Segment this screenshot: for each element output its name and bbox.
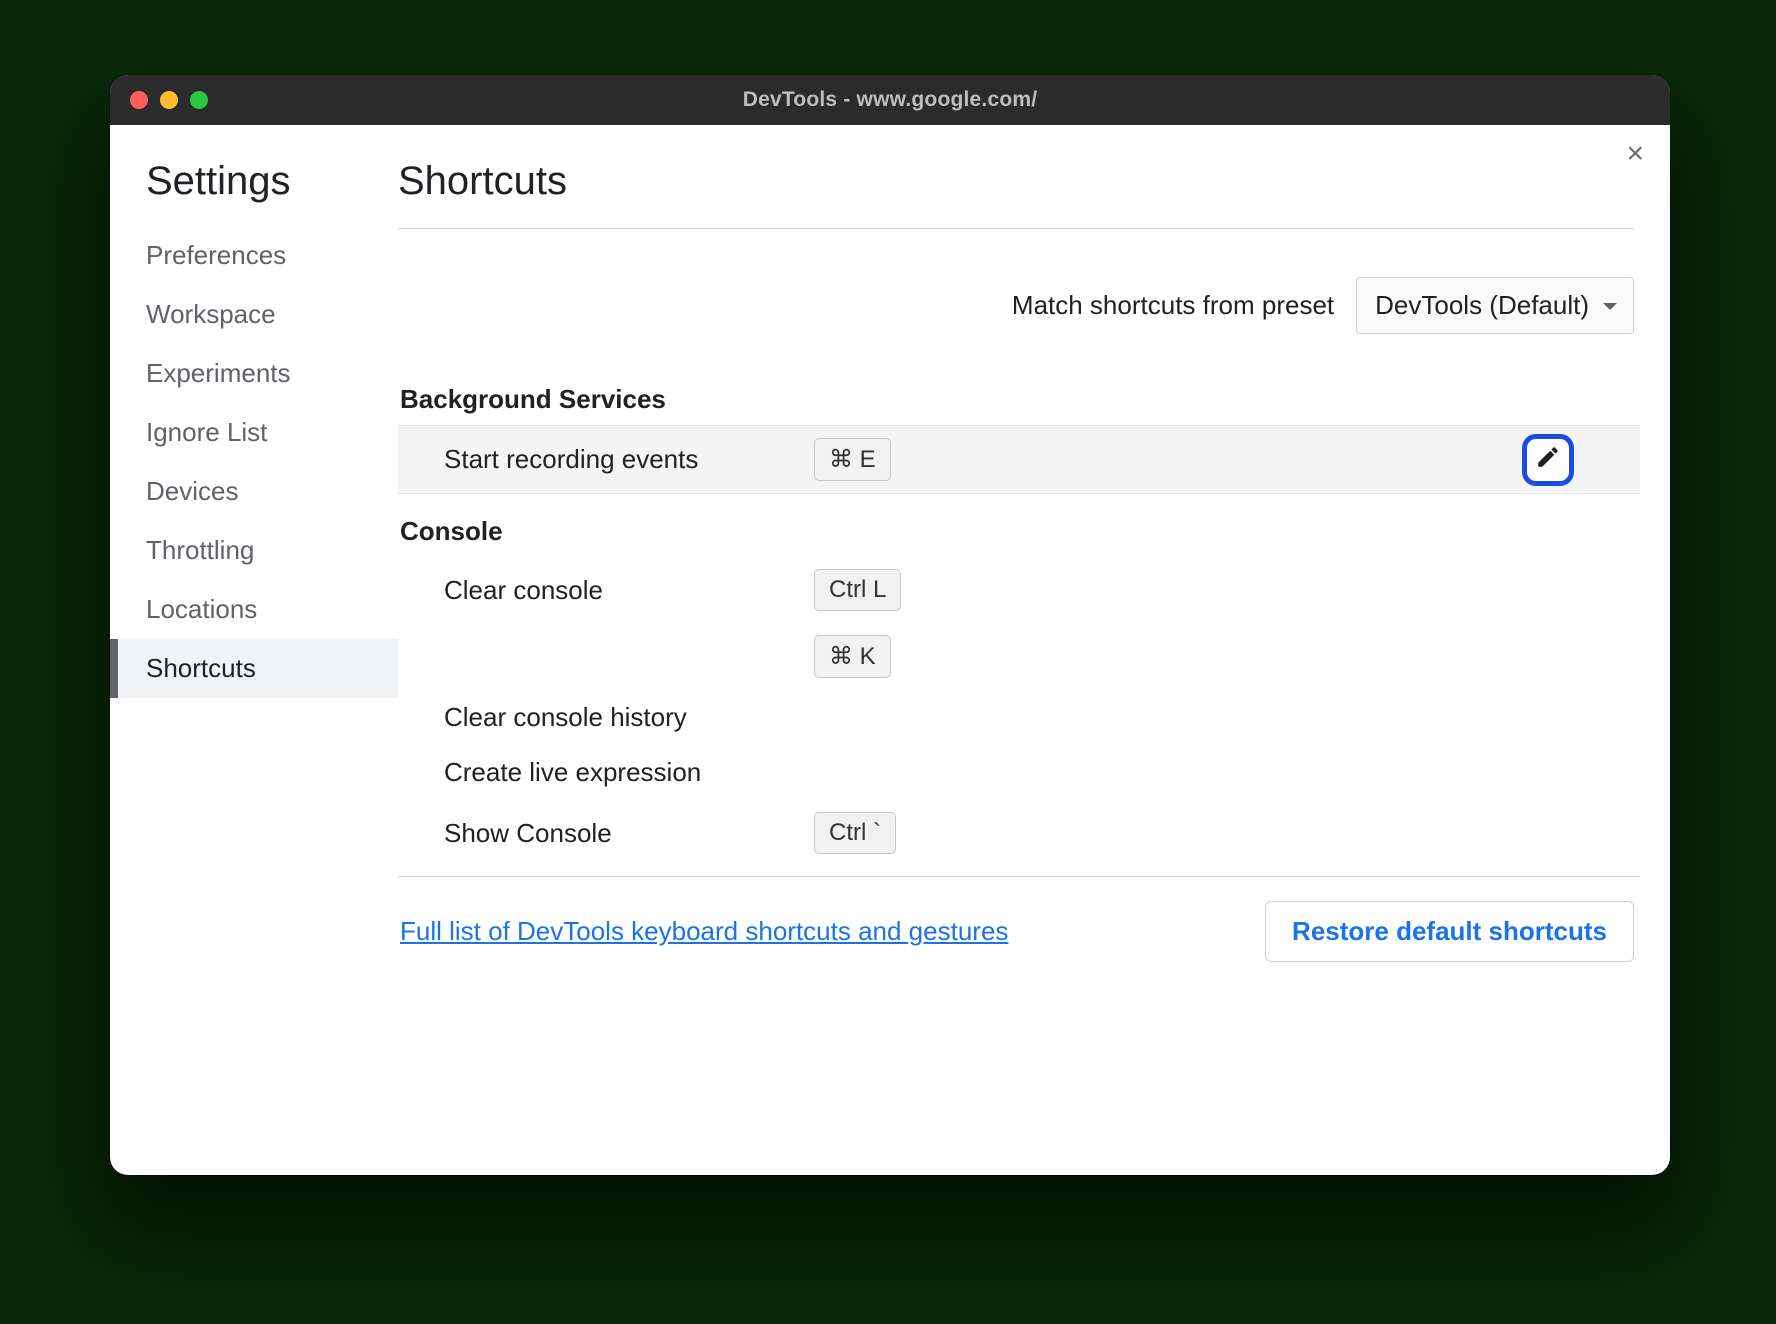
shortcut-keys: ⌘ K <box>814 635 891 678</box>
restore-defaults-button[interactable]: Restore default shortcuts <box>1265 901 1634 962</box>
page-heading: Shortcuts <box>398 159 1634 229</box>
shortcut-row-start-recording[interactable]: Start recording events ⌘ E <box>398 425 1640 494</box>
key-chip: Ctrl ` <box>814 812 896 854</box>
shortcut-keys: Ctrl L <box>814 569 901 611</box>
full-shortcut-list-link[interactable]: Full list of DevTools keyboard shortcuts… <box>400 916 1008 947</box>
shortcut-row-live-expression[interactable]: Create live expression <box>398 745 1640 800</box>
sidebar-item-locations[interactable]: Locations <box>110 580 398 639</box>
minimize-window-button[interactable] <box>160 91 178 109</box>
preset-select[interactable]: DevTools (Default) <box>1356 277 1634 334</box>
shortcut-label: Create live expression <box>444 757 814 788</box>
shortcut-label: Clear console history <box>444 702 814 733</box>
section-title-console: Console <box>398 494 1640 557</box>
settings-main: Shortcuts Match shortcuts from preset De… <box>398 125 1670 1175</box>
sidebar-item-shortcuts[interactable]: Shortcuts <box>110 639 398 698</box>
settings-sidebar: Settings Preferences Workspace Experimen… <box>110 125 398 1175</box>
preset-select-value: DevTools (Default) <box>1375 290 1589 320</box>
preset-row: Match shortcuts from preset DevTools (De… <box>398 229 1640 374</box>
footer: Full list of DevTools keyboard shortcuts… <box>398 876 1640 962</box>
zoom-window-button[interactable] <box>190 91 208 109</box>
shortcut-label: Show Console <box>444 818 814 849</box>
titlebar: DevTools - www.google.com/ <box>110 75 1670 125</box>
close-icon[interactable]: × <box>1626 139 1644 169</box>
settings-body: × Settings Preferences Workspace Experim… <box>110 125 1670 1175</box>
key-chip: Ctrl L <box>814 569 901 611</box>
window-controls <box>130 91 208 109</box>
shortcut-row-show-console[interactable]: Show Console Ctrl ` <box>398 800 1640 866</box>
shortcut-row-clear-console[interactable]: Clear console Ctrl L <box>398 557 1640 623</box>
settings-title: Settings <box>110 159 398 226</box>
sidebar-item-devices[interactable]: Devices <box>110 462 398 521</box>
shortcut-label: Clear console <box>444 575 814 606</box>
window-title: DevTools - www.google.com/ <box>110 88 1670 112</box>
sidebar-item-ignore-list[interactable]: Ignore List <box>110 403 398 462</box>
shortcut-row-clear-console-alt[interactable]: ⌘ K <box>398 623 1640 690</box>
shortcut-keys: ⌘ E <box>814 438 891 481</box>
sidebar-item-throttling[interactable]: Throttling <box>110 521 398 580</box>
edit-shortcut-button[interactable] <box>1522 434 1574 486</box>
key-chip: ⌘ E <box>814 438 891 481</box>
devtools-settings-window: DevTools - www.google.com/ × Settings Pr… <box>110 75 1670 1175</box>
close-window-button[interactable] <box>130 91 148 109</box>
sidebar-item-experiments[interactable]: Experiments <box>110 344 398 403</box>
pencil-icon <box>1535 444 1561 475</box>
section-title-background-services: Background Services <box>398 374 1640 425</box>
shortcut-row-clear-history[interactable]: Clear console history <box>398 690 1640 745</box>
preset-label: Match shortcuts from preset <box>1012 290 1334 321</box>
sidebar-item-workspace[interactable]: Workspace <box>110 285 398 344</box>
shortcut-keys: Ctrl ` <box>814 812 896 854</box>
console-section: Clear console Ctrl L ⌘ K Clear console h… <box>398 557 1640 866</box>
sidebar-item-preferences[interactable]: Preferences <box>110 226 398 285</box>
key-chip: ⌘ K <box>814 635 891 678</box>
shortcut-label: Start recording events <box>444 444 814 475</box>
